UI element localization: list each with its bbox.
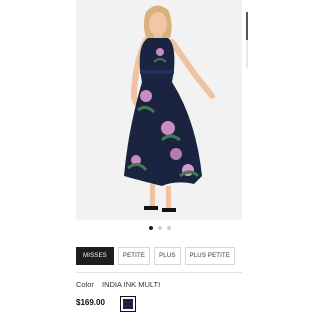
carousel-dot-1[interactable]	[149, 226, 153, 230]
color-value: INDIA INK MULTI	[102, 280, 161, 289]
color-label: Color	[76, 280, 94, 289]
scrollbar-thumb[interactable]	[246, 12, 248, 40]
price: $169.00	[76, 298, 105, 307]
product-photo	[76, 0, 242, 220]
carousel-dots	[0, 226, 320, 230]
color-swatch-india-ink[interactable]	[120, 296, 136, 312]
size-tab-plus-petite[interactable]: PLUS PETITE	[184, 247, 236, 265]
size-tab-plus[interactable]: PLUS	[154, 247, 181, 265]
divider	[76, 272, 242, 273]
carousel-dot-3[interactable]	[167, 226, 171, 230]
product-image[interactable]	[76, 0, 242, 220]
carousel-dot-2[interactable]	[158, 226, 162, 230]
size-tab-petite[interactable]: PETITE	[117, 247, 151, 265]
size-tabs: MISSES PETITE PLUS PLUS PETITE	[76, 247, 236, 265]
color-row: Color INDIA INK MULTI	[76, 280, 160, 289]
size-tab-misses[interactable]: MISSES	[76, 247, 114, 265]
color-swatch-fill	[123, 299, 133, 309]
